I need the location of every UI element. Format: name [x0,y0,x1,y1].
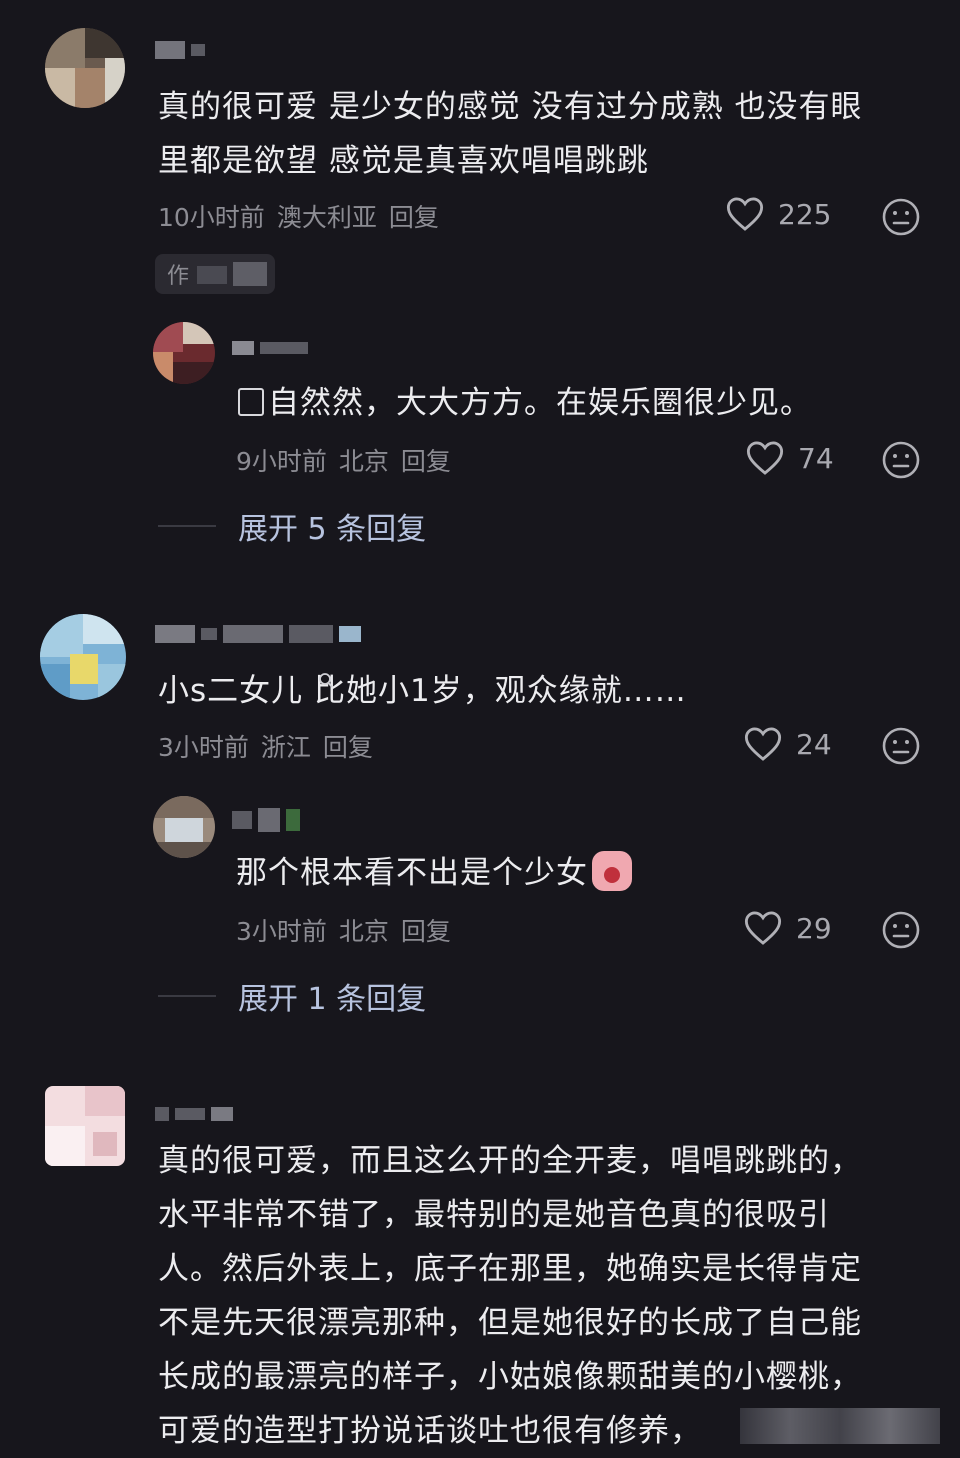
avatar[interactable] [40,614,126,700]
divider-line [158,995,216,997]
comment-text: 真的很可爱 是少女的感觉 没有过分成熟 也没有眼 里都是欲望 感觉是真喜欢唱唱跳… [158,89,863,179]
comment-meta: 3小时前 浙江 回复 [158,728,373,764]
like-count: 225 [778,197,832,231]
reply-button[interactable]: 回复 [389,198,439,234]
neutral-face-icon[interactable] [882,727,920,765]
crying-emoji-icon [592,851,632,891]
like-button[interactable]: 24 [744,726,832,762]
mention-icon [238,388,264,416]
username-redacted[interactable] [155,36,205,64]
neutral-face-icon[interactable] [882,911,920,949]
avatar[interactable] [153,796,215,858]
comment-location: 浙江 [260,733,311,762]
search-icon[interactable] [318,672,334,690]
expand-replies-button[interactable]: 展开 5 条回复 [158,504,426,548]
avatar[interactable] [153,322,215,384]
divider-line [158,525,216,527]
reply-text: 自然然，大大方方。在娱乐圈很少见。 [238,376,812,430]
avatar[interactable] [45,1086,125,1166]
reply-text: 那个根本看不出是个少女 [236,846,632,900]
expand-label: 展开 5 条回复 [238,512,427,547]
heart-icon [726,197,764,231]
author-tag: 作 [155,254,275,294]
like-count: 29 [796,911,832,945]
tag-label: 作 [167,264,190,289]
neutral-face-icon[interactable] [882,198,920,236]
reply-time: 9小时前 [236,447,327,476]
neutral-face-icon[interactable] [882,441,920,479]
reply-meta: 3小时前 北京 回复 [236,912,451,948]
username-redacted[interactable] [232,334,308,362]
redacted-text [740,1408,940,1444]
username-redacted[interactable] [232,806,300,834]
avatar[interactable] [45,28,125,108]
heart-icon [744,727,782,761]
reply-time: 3小时前 [236,917,327,946]
expand-label: 展开 1 条回复 [238,982,427,1017]
username-redacted[interactable] [155,620,361,648]
like-count: 24 [796,727,832,761]
comment-meta: 10小时前 澳大利亚 回复 [158,198,439,234]
heart-icon [746,441,784,475]
reply-location: 北京 [338,447,389,476]
username-redacted[interactable] [155,1100,233,1128]
comment-time: 10小时前 [158,203,265,232]
comment-location: 澳大利亚 [276,203,377,232]
reply-button[interactable]: 回复 [323,728,373,764]
reply-location: 北京 [338,917,389,946]
reply-meta: 9小时前 北京 回复 [236,442,451,478]
comment-time: 3小时前 [158,733,249,762]
like-count: 74 [798,441,834,475]
heart-icon [744,911,782,945]
like-button[interactable]: 29 [744,910,832,946]
comment-text: 小s二女儿 比她小1岁，观众缘就…… [158,673,687,709]
like-button[interactable]: 225 [726,196,831,232]
expand-replies-button[interactable]: 展开 1 条回复 [158,974,426,1018]
reply-button[interactable]: 回复 [401,442,451,478]
reply-button[interactable]: 回复 [401,912,451,948]
like-button[interactable]: 74 [746,440,834,476]
